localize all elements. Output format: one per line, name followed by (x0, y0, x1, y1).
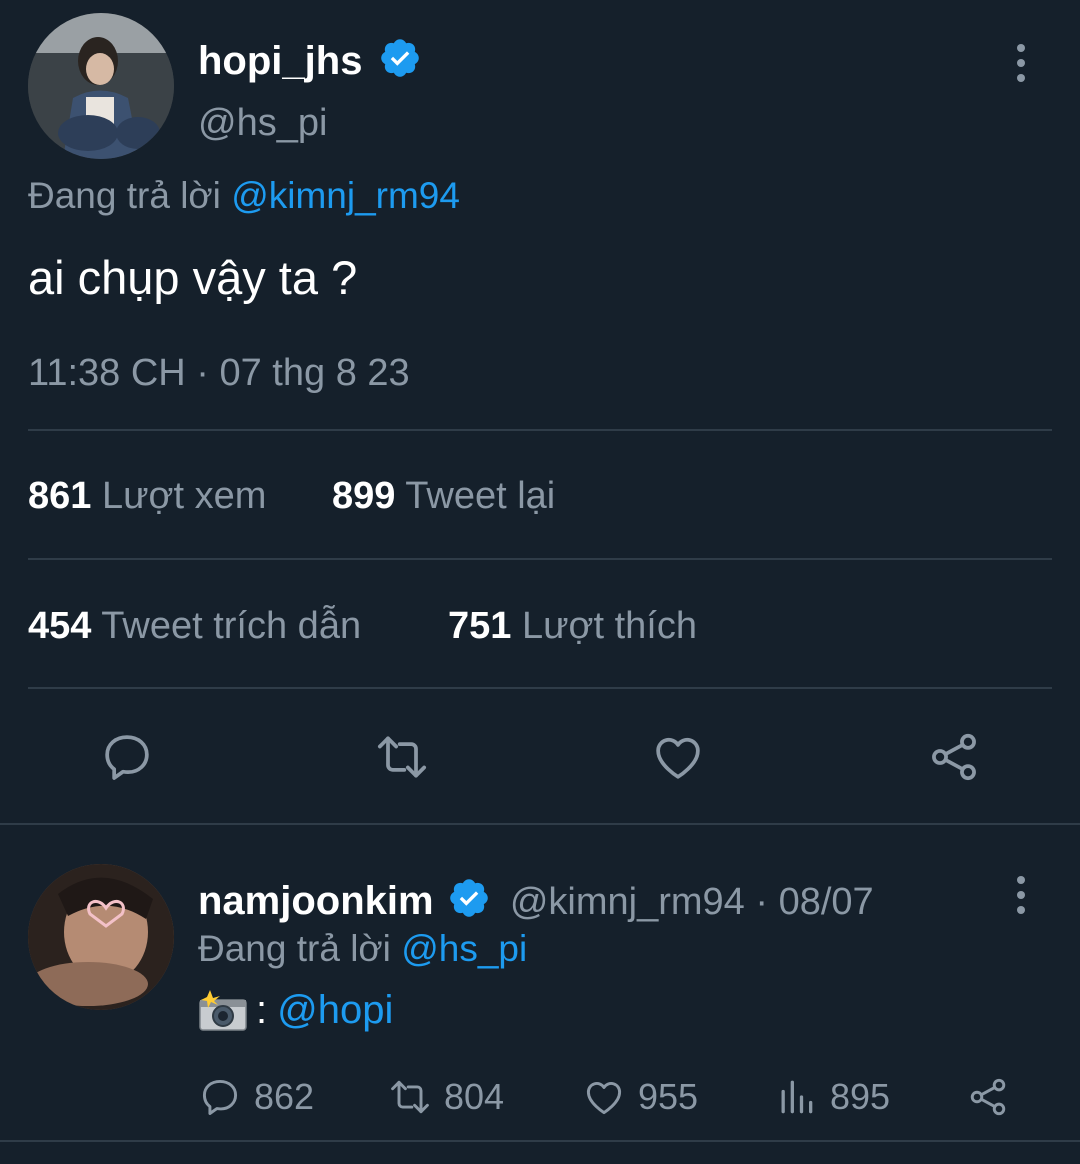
likes-label: Lượt thích (521, 605, 697, 647)
reply-handle-date[interactable]: @kimnj_rm94 · 08/07 (510, 881, 874, 923)
avatar-photo (28, 864, 174, 1010)
section-divider (0, 1140, 1080, 1142)
quotes-count: 454 (28, 605, 92, 647)
user-handle[interactable]: @hs_pi (198, 104, 327, 142)
likes-count: 751 (448, 605, 512, 647)
divider (28, 429, 1052, 431)
reply-count[interactable]: 862 (198, 1075, 314, 1119)
reply-mention-link[interactable]: @kimnj_rm94 (231, 175, 460, 216)
views-chart-icon (781, 1080, 813, 1114)
section-divider (0, 823, 1080, 825)
views-stat[interactable]: 861 Lượt xem (28, 477, 266, 515)
quotes-label: Tweet trích dẫn (101, 605, 362, 647)
divider (28, 687, 1052, 689)
reply-author[interactable]: namjoonkim @kimnj_rm94 · 08/07 (198, 876, 874, 927)
display-name-text[interactable]: hopi_jhs (198, 39, 362, 83)
views-count: 861 (28, 475, 92, 517)
retweet-count[interactable]: 804 (388, 1075, 504, 1119)
verified-badge-icon (378, 36, 422, 87)
like-icon[interactable] (650, 729, 706, 785)
quotes-stat[interactable]: 454 Tweet trích dẫn (28, 607, 361, 645)
tweet-text: ai chụp vậy ta ? (28, 251, 358, 304)
reply-count-value: 862 (254, 1076, 315, 1117)
view-count[interactable]: 895 (774, 1075, 890, 1119)
retweets-label: Tweet lại (405, 475, 556, 517)
avatar[interactable] (28, 13, 174, 159)
camera-with-flash-icon (198, 990, 247, 1031)
display-name-text[interactable]: namjoonkim (198, 879, 434, 923)
share-button[interactable] (966, 1075, 1010, 1119)
like-count[interactable]: 955 (582, 1075, 698, 1119)
more-options-icon[interactable] (1015, 876, 1027, 914)
avatar-photo (28, 13, 174, 159)
reply-text-mention[interactable]: @hopi (277, 990, 393, 1030)
reply-prefix: Đang trả lời (28, 175, 221, 216)
share-icon (970, 1078, 1006, 1116)
verified-badge-icon (447, 876, 491, 927)
retweet-icon (391, 1080, 429, 1114)
reply-mention-link[interactable]: @hs_pi (401, 928, 527, 969)
tweet-timestamp[interactable]: 11:38 CH · 07 thg 8 23 (28, 354, 410, 392)
share-icon[interactable] (926, 729, 982, 785)
display-name[interactable]: hopi_jhs (198, 36, 422, 87)
retweets-stat[interactable]: 899 Tweet lại (332, 477, 555, 515)
divider (28, 558, 1052, 560)
retweet-count-value: 804 (444, 1076, 505, 1117)
reply-text-separator: : (256, 988, 268, 1032)
views-label: Lượt xem (101, 475, 267, 517)
reply-text: : @hopi (198, 988, 393, 1032)
view-count-value: 895 (830, 1076, 891, 1117)
like-count-value: 955 (638, 1076, 699, 1117)
reply-icon[interactable] (99, 729, 155, 785)
like-icon (586, 1082, 622, 1115)
likes-stat[interactable]: 751 Lượt thích (448, 607, 697, 645)
retweets-count: 899 (332, 475, 396, 517)
reply-prefix: Đang trả lời (198, 928, 391, 969)
retweet-icon[interactable] (374, 729, 430, 785)
reply-context: Đang trả lời @kimnj_rm94 (28, 177, 460, 214)
reply-icon (202, 1079, 238, 1115)
more-options-icon[interactable] (1015, 44, 1027, 82)
avatar[interactable] (28, 864, 174, 1010)
reply-context: Đang trả lời @hs_pi (198, 930, 527, 967)
